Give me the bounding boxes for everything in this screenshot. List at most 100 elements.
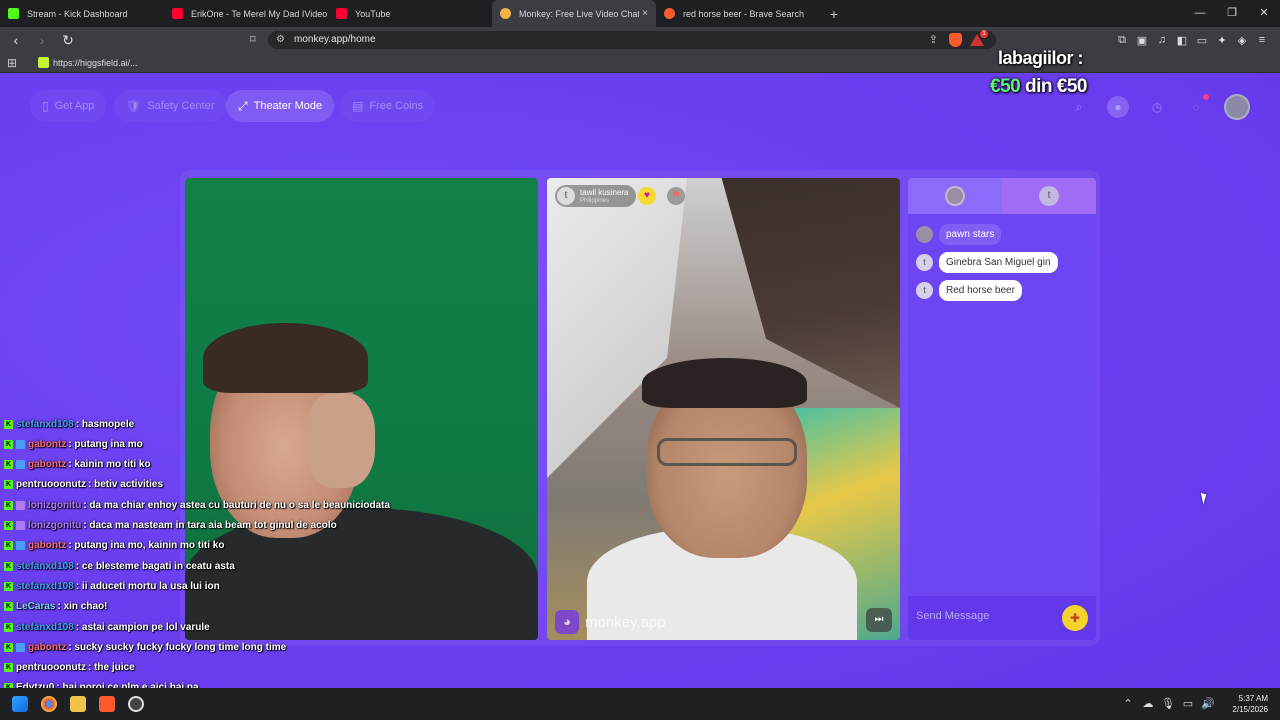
chat-message-text: : kainin mo titi ko — [68, 459, 151, 471]
search-icon[interactable]: ⌕ — [1068, 96, 1090, 118]
stream-chat-line: Klonizgonitu: daca ma nasteam in tara ai… — [4, 518, 337, 534]
share-icon[interactable]: ⇪ — [929, 31, 938, 49]
taskbar-clock[interactable]: 5:37 AM 2/15/2026 — [1232, 693, 1268, 715]
restore-icon[interactable]: ❐ — [1216, 0, 1248, 27]
theater-mode-button[interactable]: ⤢ Theater Mode — [226, 90, 335, 122]
remote-user-country: Philippines — [580, 197, 610, 204]
tab-brave-search[interactable]: red horse beer - Brave Search — [656, 0, 820, 27]
subscriber-badge-icon — [16, 521, 25, 530]
chat-message-text: : astai campion pe lol varule — [75, 621, 210, 633]
message-text: Red horse beer — [939, 280, 1022, 301]
chat-username: pentruooonutz — [16, 662, 86, 674]
phone-icon: ▯ — [42, 99, 49, 113]
kick-badge-icon: K — [4, 480, 13, 490]
reload-icon[interactable]: ↻ — [58, 32, 78, 49]
mouse-cursor — [1200, 491, 1209, 505]
close-window-icon[interactable]: ✕ — [1248, 0, 1280, 27]
goal-target: €50 — [1056, 76, 1088, 97]
chat-message-text: : da ma chiar enhoy astea cu bauturi de … — [83, 499, 391, 511]
chat-panel: t pawn stars t Ginebra San Miguel gin t … — [908, 178, 1096, 640]
windows-taskbar: ⌃ ☁ 🎙 ▭ 🔊 5:37 AM 2/15/2026 — [0, 688, 1280, 720]
close-tab-icon[interactable]: × — [642, 8, 648, 19]
brave-shields-icon[interactable] — [949, 33, 962, 47]
bookmark-higgsfield[interactable]: https://higgsfield.ai/... — [38, 57, 138, 68]
chat-username: stefanxd108 — [16, 621, 74, 633]
profile-icon[interactable]: ● — [1107, 96, 1129, 118]
kick-badge-icon: K — [4, 521, 13, 530]
clock-date: 2/15/2026 — [1232, 705, 1268, 714]
leo-ai-icon[interactable]: ✦ — [1212, 34, 1232, 47]
skip-button[interactable]: ⏭ — [866, 608, 892, 632]
obs-icon[interactable] — [128, 696, 144, 712]
nav-label: Get App — [54, 100, 95, 112]
chat-message-text: : ce blesteme bagati in ceatu asta — [75, 560, 235, 572]
avatar[interactable] — [1224, 94, 1250, 120]
tab-kick-dashboard[interactable]: Stream - Kick Dashboard — [0, 0, 164, 27]
subscriber-badge-icon — [16, 500, 25, 510]
free-coins-button[interactable]: ▤ Free Coins — [340, 90, 436, 122]
shield-icon: 🛡 — [126, 99, 142, 113]
youtube-icon — [172, 8, 183, 19]
browser-toolbar-icons: ⧉ ▣ ♫ ◧ ▭ ✦ ◈ ≡ — [1112, 27, 1272, 53]
new-tab-button[interactable]: + — [824, 6, 844, 22]
chat-username: gabontz — [28, 459, 67, 471]
vpn-icon[interactable]: ◈ — [1232, 34, 1252, 47]
apps-grid-icon[interactable]: ⊞ — [7, 56, 17, 70]
chat-username: gabontz — [28, 540, 67, 552]
chrome-icon[interactable] — [41, 696, 57, 712]
avatar — [916, 226, 933, 243]
window-controls: — ❐ ✕ — [1184, 0, 1280, 27]
report-icon[interactable]: ⚑ — [667, 187, 685, 205]
tab-title: YouTube — [355, 8, 391, 19]
coins-icon: ▤ — [352, 99, 364, 113]
site-info-icon[interactable]: ⚙ — [276, 31, 285, 49]
chat-message-text: : putang ina mo — [68, 438, 143, 450]
file-explorer-icon[interactable] — [70, 696, 86, 712]
url-bar[interactable]: ⌑ ⚙ monkey.app/home ⇪ 1 — [250, 30, 996, 49]
volume-icon[interactable]: 🔊 — [1198, 697, 1218, 710]
stream-chat-overlay: Kstefanxd108: hasmopele Kgabontz: putang … — [0, 396, 420, 716]
kick-badge-icon: K — [4, 622, 13, 632]
network-icon[interactable]: ▭ — [1178, 697, 1198, 710]
gift-icon[interactable]: ✚ — [1062, 605, 1088, 631]
chevron-up-icon[interactable]: ⌃ — [1118, 697, 1138, 710]
subscriber-badge-icon — [16, 439, 25, 449]
chat-username: gabontz — [28, 641, 67, 653]
microphone-icon[interactable]: 🎙 — [1158, 697, 1178, 710]
back-icon[interactable]: ‹ — [6, 32, 26, 48]
safety-center-button[interactable]: 🛡 Safety Center — [114, 90, 227, 122]
remote-user-badge[interactable]: t tawil kusinera Philippines — [555, 185, 637, 207]
chat-username: stefanxd108 — [16, 418, 74, 430]
tab-erikone[interactable]: ErikOne - Te Merel My Dad IVideo Of — [164, 0, 328, 27]
wallet-icon[interactable]: ▭ — [1192, 34, 1212, 47]
get-app-button[interactable]: ▯ Get App — [30, 90, 107, 122]
heart-icon[interactable]: ♥ — [638, 187, 656, 205]
clock-time: 5:37 AM — [1238, 694, 1268, 703]
chat-tabs: t — [908, 178, 1096, 214]
extensions-icon[interactable]: ⧉ — [1112, 34, 1132, 47]
media-icon[interactable]: ♫ — [1152, 34, 1172, 46]
stream-chat-line: Kstefanxd108: astai campion pe lol varul… — [4, 619, 210, 635]
chat-message-text: : putang ina mo, kainin mo titi ko — [68, 540, 225, 552]
brave-icon[interactable] — [99, 696, 115, 712]
notification-dot — [1203, 94, 1209, 100]
tab-monkey[interactable]: Monkey: Free Live Video Chat × — [492, 0, 656, 27]
sidebar-icon[interactable]: ◧ — [1172, 34, 1192, 47]
tab-youtube[interactable]: YouTube — [328, 0, 492, 27]
menu-icon[interactable]: ≡ — [1252, 34, 1272, 46]
message-input[interactable]: Send Message — [916, 610, 989, 622]
remote-user-name: tawil kusinera — [580, 187, 629, 197]
bookmark-icon[interactable]: ⌑ — [250, 31, 256, 49]
history-icon[interactable]: ◷ — [1146, 96, 1168, 118]
windows-start-icon[interactable] — [12, 696, 28, 712]
kick-icon — [8, 8, 19, 19]
minimize-icon[interactable]: — — [1184, 0, 1216, 27]
messages-icon[interactable]: ◌ — [1185, 94, 1209, 118]
stream-chat-line: Klonizgonitu: da ma chiar enhoy astea cu… — [4, 497, 390, 513]
forward-icon[interactable]: › — [32, 32, 52, 48]
chat-tab-me[interactable] — [908, 178, 1002, 214]
app-tray-icon[interactable]: ☁ — [1138, 697, 1158, 710]
screenshot-icon[interactable]: ▣ — [1132, 34, 1152, 47]
chat-tab-partner[interactable]: t — [1002, 178, 1096, 214]
stream-chat-line: Kpentruooonutz: the juice — [4, 660, 135, 676]
